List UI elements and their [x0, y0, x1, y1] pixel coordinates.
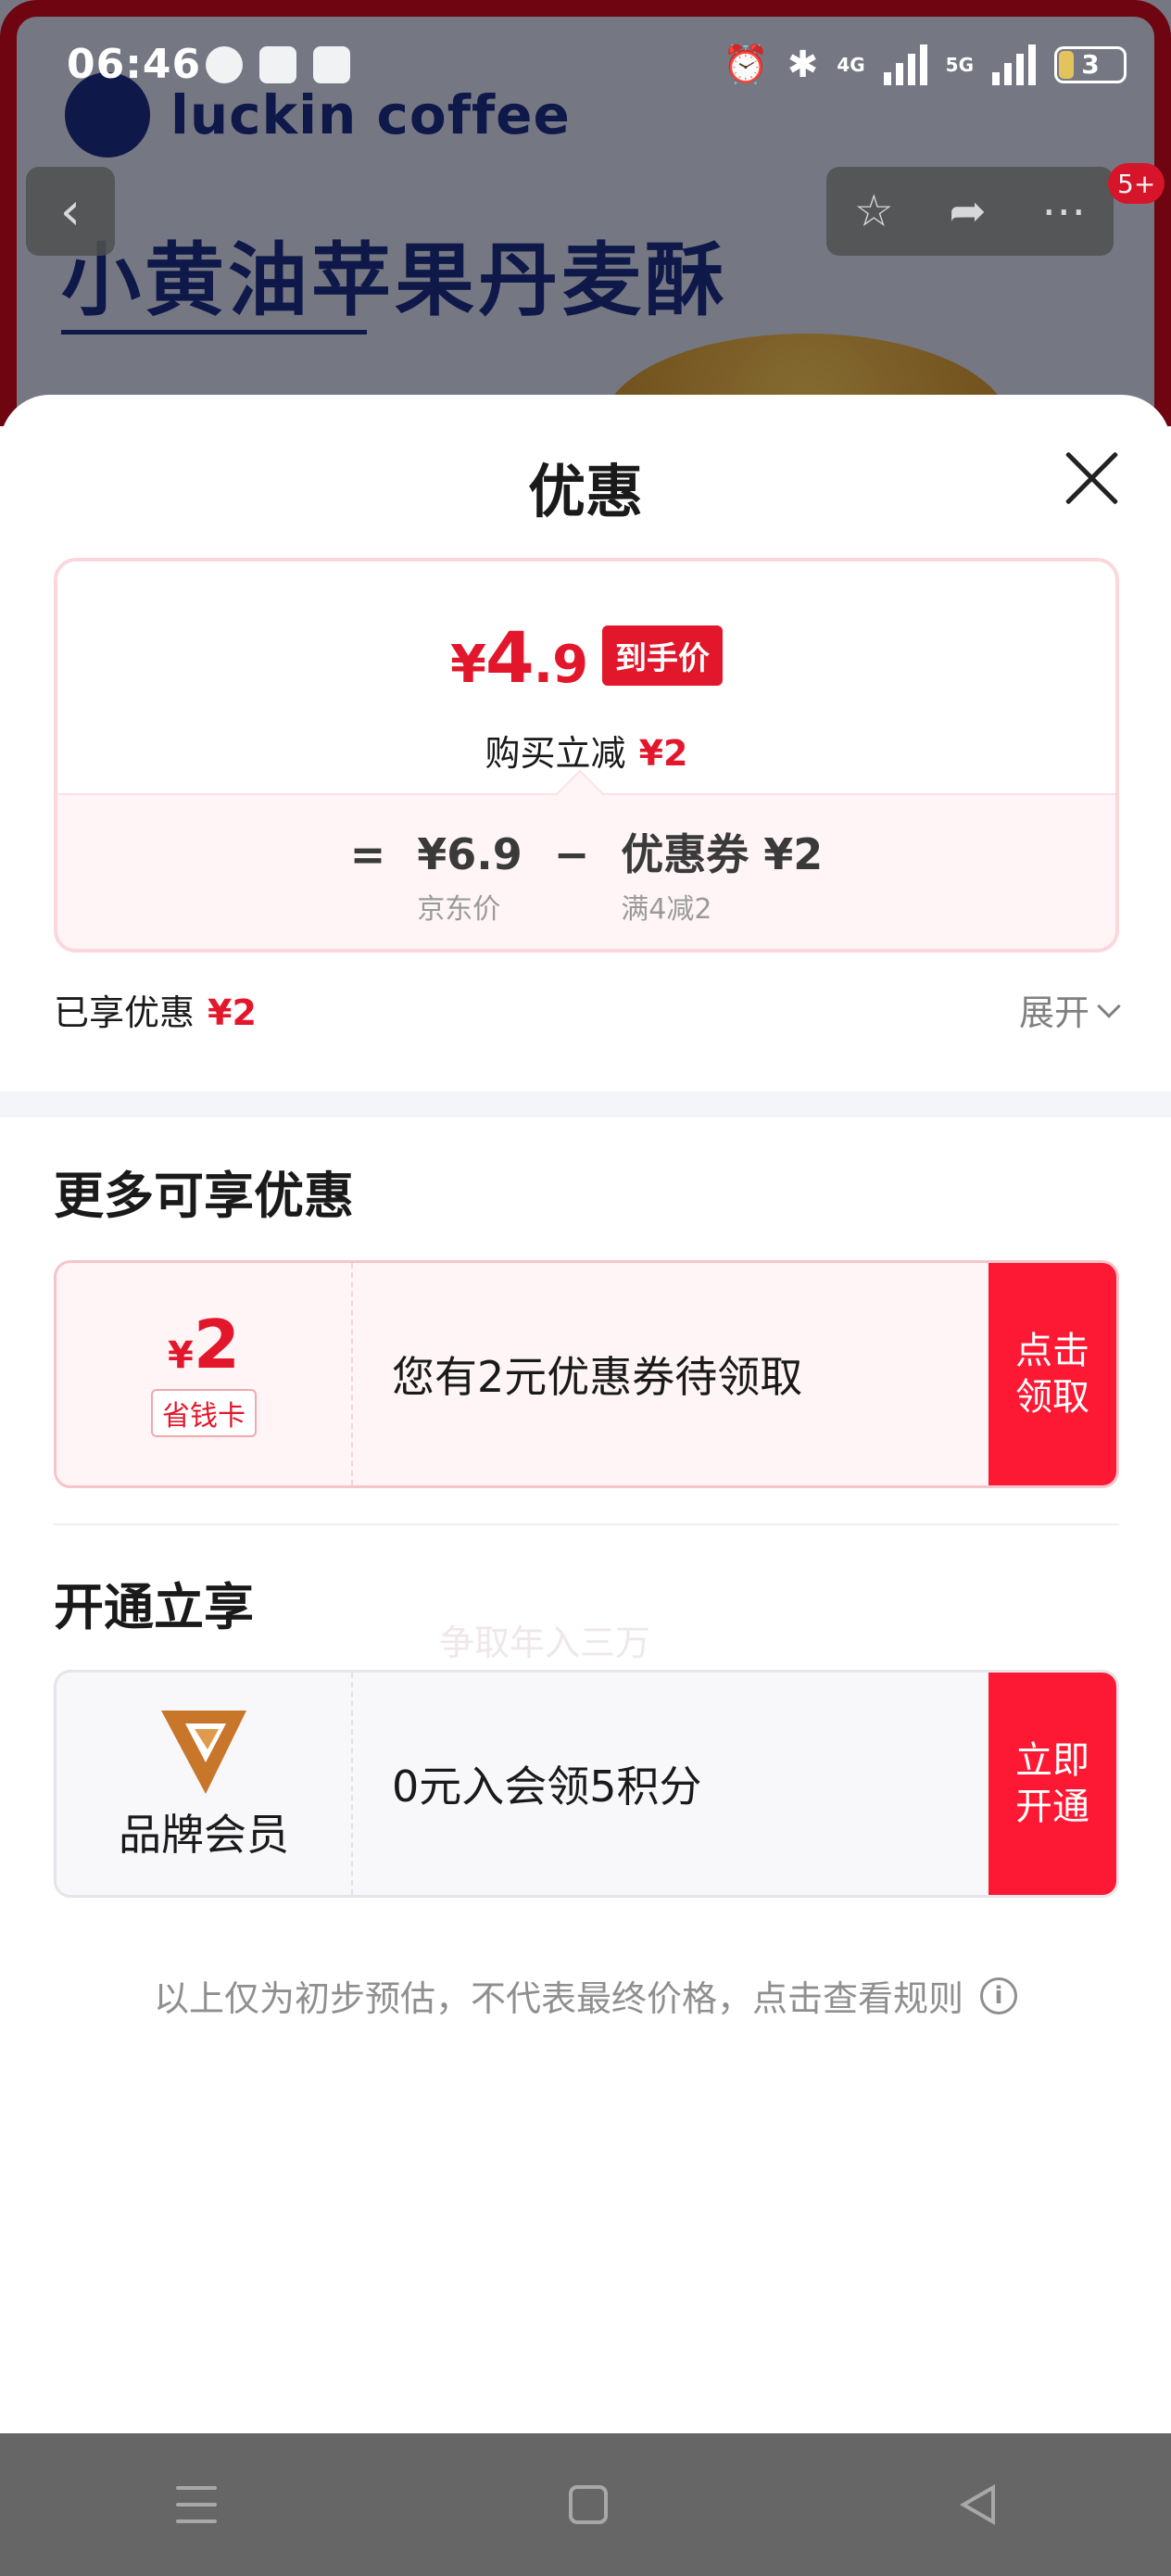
- close-icon[interactable]: [1062, 448, 1121, 508]
- coupon-value-block: ¥2 省钱卡: [57, 1263, 353, 1485]
- notification-icons: [206, 46, 350, 83]
- message-badge: 5+: [1108, 163, 1165, 204]
- row-divider: [54, 1523, 1119, 1525]
- watermark-text: 争取年入三万: [439, 1623, 651, 1663]
- system-nav-bar: [0, 2433, 1171, 2576]
- battery-level: 3: [1081, 49, 1100, 80]
- chevron-down-icon: [1097, 993, 1121, 1018]
- jd-price-label: 京东价: [417, 893, 501, 926]
- coupon-value: 优惠券 ¥2: [621, 829, 824, 879]
- app-grid-icon: [313, 46, 350, 83]
- back-button[interactable]: ‹: [26, 167, 115, 256]
- status-time: 06:46: [67, 41, 202, 88]
- pricing-rules-note[interactable]: 以上仅为初步预估，不代表最终价格，点击查看规则 i: [0, 1970, 1171, 2021]
- system-icons: ⏰ ✱ 4G 5G 3: [723, 43, 1127, 86]
- chevron-left-icon: ‹: [59, 181, 82, 242]
- signal-5g-icon: [992, 44, 1036, 85]
- minus-sign: −: [553, 829, 590, 879]
- favorite-star-icon[interactable]: ☆: [854, 185, 894, 237]
- instant-reduction: 购买立减 ¥2: [485, 733, 688, 774]
- more-icon[interactable]: ⋯: [1041, 185, 1086, 237]
- savings-card-label: 省钱卡: [151, 1389, 257, 1437]
- join-membership-button[interactable]: 立即开通: [988, 1673, 1116, 1895]
- jd-price: ¥6.9: [417, 829, 523, 879]
- more-discounts-title: 更多可享优惠: [54, 1167, 354, 1225]
- membership-offer-card[interactable]: 品牌会员 0元入会领5积分 立即开通: [54, 1670, 1119, 1898]
- enjoyed-discount: 已享优惠 ¥2: [54, 992, 257, 1033]
- expand-button[interactable]: 展开: [1019, 984, 1121, 1035]
- home-icon[interactable]: [569, 2485, 608, 2524]
- page-actions: ☆ ➦ ⋯: [826, 167, 1114, 256]
- coupon-offer-card[interactable]: ¥2 省钱卡 您有2元优惠券待领取 点击领取: [54, 1260, 1119, 1488]
- jd-price-term: ¥6.9 京东价: [417, 828, 523, 927]
- coupon-term: 优惠券 ¥2 满4减2: [621, 828, 823, 927]
- menu-icon[interactable]: [176, 2486, 217, 2523]
- network-4g-label: 4G: [837, 53, 865, 76]
- back-triangle-icon[interactable]: [960, 2484, 995, 2525]
- network-5g-label: 5G: [945, 53, 974, 76]
- coupon-condition: 满4减2: [621, 893, 712, 926]
- price-formula: = ¥6.9 京东价 − 优惠券 ¥2 满4减2: [57, 828, 1115, 927]
- signal-4g-icon: [883, 44, 927, 85]
- footnote-text: 以上仅为初步预估，不代表最终价格，点击查看规则: [153, 1978, 963, 2019]
- final-price-area: ¥4.9 到手价 购买立减 ¥2: [57, 562, 1115, 793]
- final-price-row: ¥4.9 到手价: [57, 623, 1115, 693]
- price-formula-area: = ¥6.9 京东价 − 优惠券 ¥2 满4减2: [57, 793, 1115, 949]
- membership-description: 0元入会领5积分: [392, 1762, 702, 1812]
- sheet-title: 优惠: [527, 458, 643, 525]
- membership-title: 开通立享: [54, 1578, 254, 1636]
- equals-sign: =: [349, 829, 386, 879]
- share-icon[interactable]: ➦: [949, 185, 986, 237]
- brand-member-v-icon: [161, 1711, 246, 1794]
- membership-brand-block: 品牌会员: [57, 1673, 353, 1895]
- wechat-icon: [206, 46, 243, 83]
- claim-coupon-button[interactable]: 点击领取: [988, 1263, 1116, 1485]
- clock-app-icon: [259, 46, 296, 83]
- battery-icon: 3: [1054, 45, 1127, 83]
- status-bar: 06:46 ⏰ ✱ 4G 5G 3: [0, 0, 1171, 139]
- discount-sheet: 优惠 ¥4.9 到手价 购买立减 ¥2 = ¥6.9 京东价 − 优惠券 ¥2 满…: [0, 395, 1171, 2433]
- coupon-description: 您有2元优惠券待领取: [392, 1352, 803, 1402]
- section-divider: [0, 1092, 1171, 1118]
- coupon-amount: ¥2: [168, 1306, 240, 1383]
- brand-member-label: 品牌会员: [119, 1810, 289, 1860]
- info-icon[interactable]: i: [980, 1976, 1017, 2014]
- alarm-icon: ⏰: [722, 44, 769, 86]
- bluetooth-icon: ✱: [787, 43, 819, 86]
- final-price-tag: 到手价: [602, 625, 724, 686]
- final-price: ¥4.9: [449, 616, 588, 699]
- price-breakdown-card: ¥4.9 到手价 购买立减 ¥2 = ¥6.9 京东价 − 优惠券 ¥2 满4减2: [54, 558, 1119, 953]
